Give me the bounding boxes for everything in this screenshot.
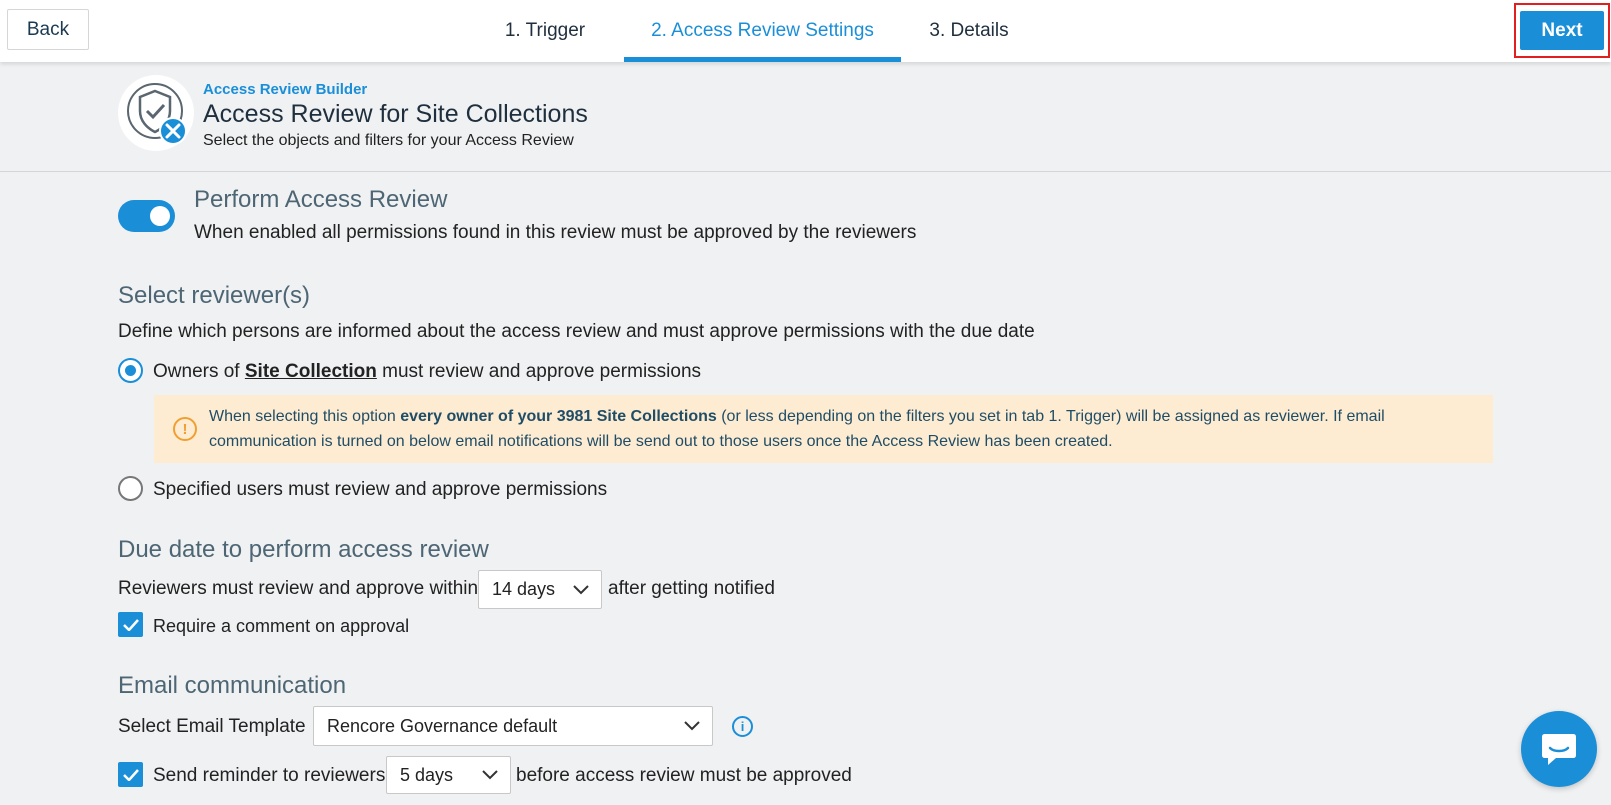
due-date-suffix: after getting notified <box>608 578 775 599</box>
reminder-suffix: before access review must be approved <box>516 765 852 786</box>
due-date-title: Due date to perform access review <box>118 536 489 563</box>
site-collection-link[interactable]: Site Collection <box>245 361 377 382</box>
select-reviewers-description: Define which persons are informed about … <box>118 321 1035 342</box>
email-communication-title: Email communication <box>118 672 347 699</box>
top-navigation-bar: Back 1. Trigger 2. Access Review Setting… <box>0 0 1611 62</box>
require-comment-checkbox[interactable] <box>118 612 143 637</box>
chat-button[interactable] <box>1521 711 1597 787</box>
page-subtitle: Select the objects and filters for your … <box>203 132 574 149</box>
due-date-select[interactable]: 14 days <box>478 570 602 609</box>
require-comment-label: Require a comment on approval <box>153 616 410 636</box>
next-button-highlight: Next <box>1514 3 1610 58</box>
chat-bubble-icon <box>1542 734 1576 765</box>
owners-warning-banner: ! When selecting this option every owner… <box>154 395 1493 463</box>
specified-users-option-label[interactable]: Specified users must review and approve … <box>153 479 607 501</box>
specified-users-radio[interactable] <box>118 476 143 501</box>
checkmark-icon <box>122 768 139 781</box>
tab-trigger[interactable]: 1. Trigger <box>496 0 594 62</box>
chevron-down-icon <box>684 721 700 731</box>
checkmark-icon <box>122 618 139 631</box>
tab-details[interactable]: 3. Details <box>920 0 1018 62</box>
back-button[interactable]: Back <box>7 9 89 50</box>
reminder-days-select[interactable]: 5 days <box>386 756 511 794</box>
email-template-label: Select Email Template <box>118 716 306 737</box>
chevron-down-icon <box>482 770 498 780</box>
owners-radio[interactable] <box>118 358 143 383</box>
info-icon[interactable]: i <box>732 716 753 737</box>
send-reminder-checkbox[interactable] <box>118 762 143 787</box>
perform-access-review-title: Perform Access Review <box>194 186 448 213</box>
perform-access-review-description: When enabled all permissions found in th… <box>194 222 917 243</box>
builder-label: Access Review Builder <box>203 81 368 98</box>
tab-access-review-settings[interactable]: 2. Access Review Settings <box>624 0 901 62</box>
owners-option-label[interactable]: Owners of Site Collection must review an… <box>153 361 701 383</box>
warning-icon: ! <box>173 417 197 441</box>
email-template-select[interactable]: Rencore Governance default <box>313 706 713 746</box>
chevron-down-icon <box>573 584 589 594</box>
page-header: Access Review Builder Access Review for … <box>0 62 1611 172</box>
next-button[interactable]: Next <box>1520 11 1604 50</box>
select-reviewers-title: Select reviewer(s) <box>118 282 311 309</box>
page-title: Access Review for Site Collections <box>203 100 588 128</box>
warning-text: When selecting this option every owner o… <box>209 408 1385 450</box>
access-review-shield-icon <box>118 75 194 151</box>
due-date-prefix: Reviewers must review and approve within <box>118 578 479 599</box>
perform-access-review-toggle[interactable] <box>118 200 175 232</box>
send-reminder-label: Send reminder to reviewers <box>153 765 386 786</box>
